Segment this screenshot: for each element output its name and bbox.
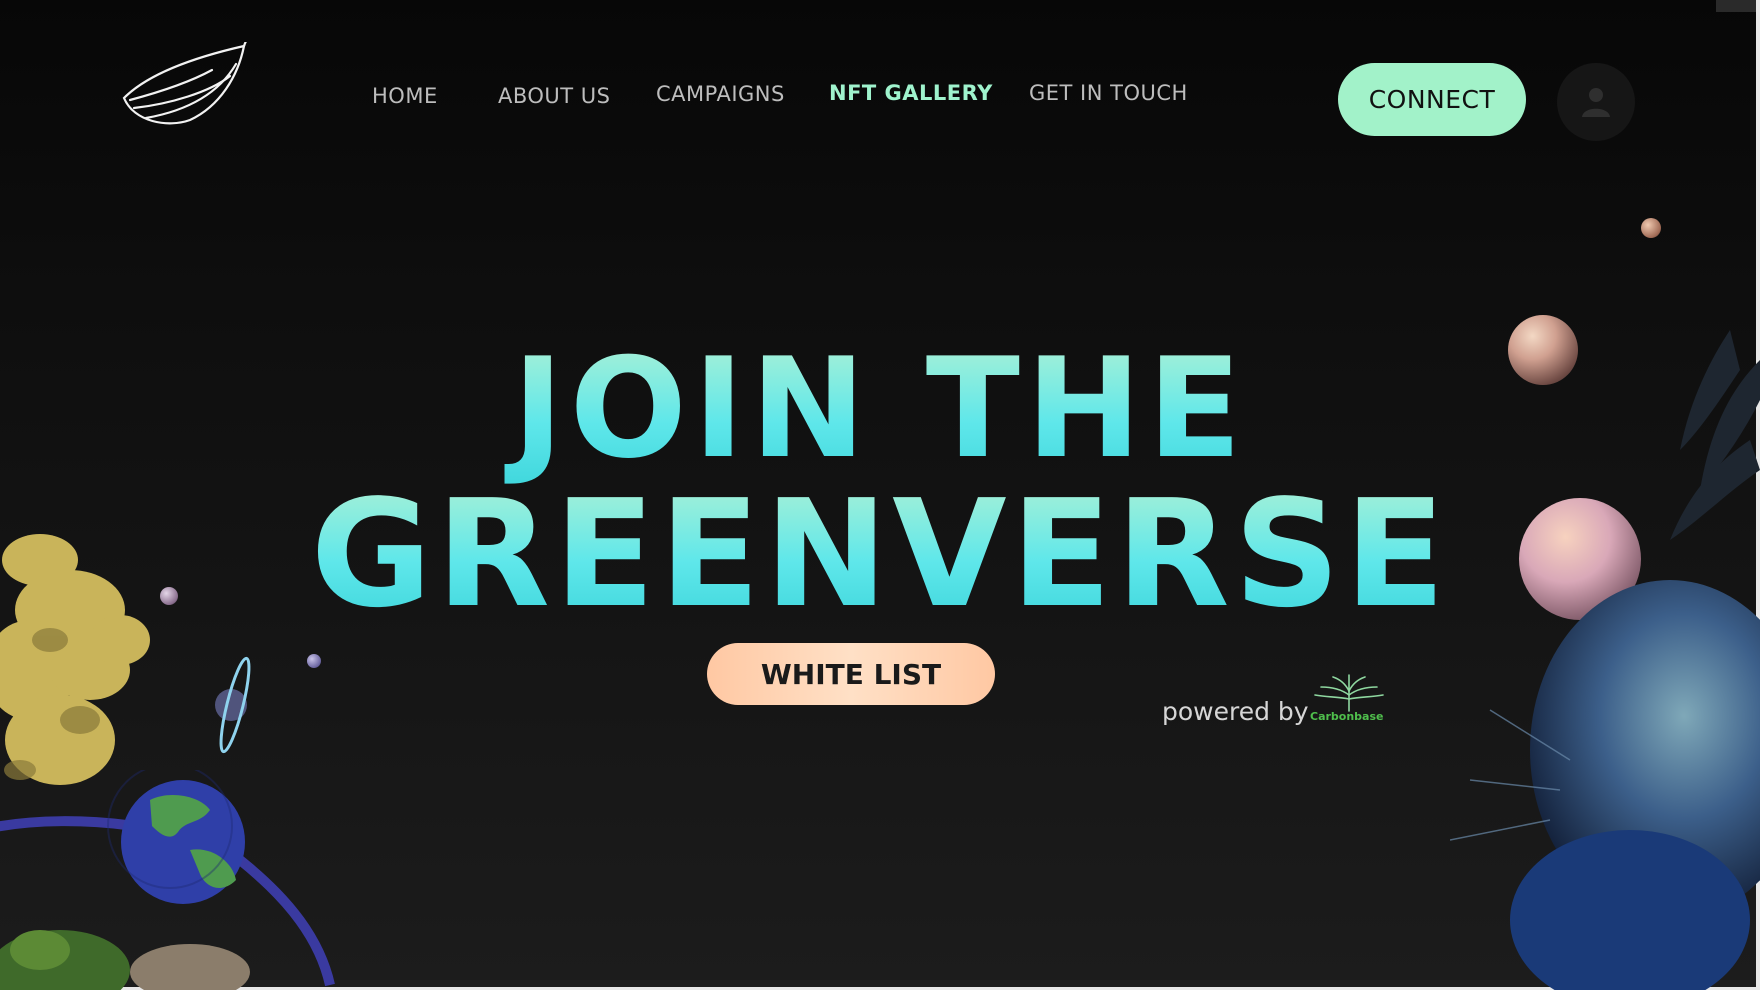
leaf-logo-icon[interactable] — [120, 42, 250, 126]
landing-page: HOME ABOUT US CAMPAIGNS NFT GALLERY GET … — [0, 0, 1760, 990]
ringed-planet-decoration — [215, 656, 251, 754]
white-list-button[interactable]: WHITE LIST — [707, 643, 995, 705]
blue-coral-decoration — [1450, 580, 1760, 990]
nav-home[interactable]: HOME — [372, 84, 438, 108]
nav-get-in-touch[interactable]: GET IN TOUCH — [1029, 81, 1188, 105]
tree-icon[interactable] — [1311, 673, 1387, 713]
dark-plant-decoration — [1670, 330, 1760, 540]
nav-nft-gallery[interactable]: NFT GALLERY — [829, 81, 993, 105]
window-edge-notch — [1716, 0, 1756, 12]
powered-by-text: powered by — [1162, 697, 1309, 726]
user-icon — [1582, 88, 1610, 117]
nav-campaigns[interactable]: CAMPAIGNS — [656, 82, 785, 106]
partner-name: Carbonbase — [1310, 710, 1384, 723]
nav-about-us[interactable]: ABOUT US — [498, 84, 611, 108]
small-planet-decoration — [1641, 218, 1661, 238]
green-bush-decoration — [0, 930, 250, 990]
medium-planet-decoration — [1508, 315, 1578, 385]
account-button[interactable] — [1557, 63, 1635, 141]
tiny-planet-decoration — [307, 654, 321, 668]
connect-button[interactable]: CONNECT — [1338, 63, 1526, 136]
yellow-foliage-decoration — [0, 534, 150, 785]
